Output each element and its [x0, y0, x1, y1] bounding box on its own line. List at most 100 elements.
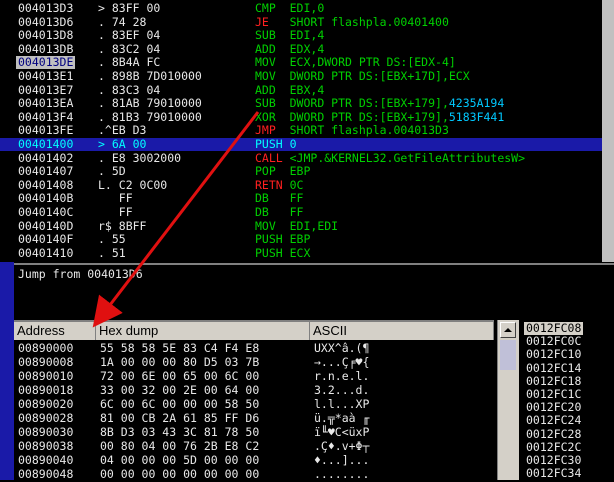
dump-address: 00890018 [18, 383, 74, 397]
stack-row[interactable]: 0012FC30 [526, 454, 581, 467]
dump-address: 00890048 [18, 467, 74, 481]
disassembly-row[interactable]: 00401402 . E8 3002000 CALL <JMP.&KERNEL32.… [0, 150, 602, 165]
stack-row[interactable]: 0012FC2C [526, 440, 581, 454]
dump-ascii: 3.2...d. [314, 383, 370, 397]
dump-hex: 8B D3 03 43 3C 81 78 50 [100, 425, 260, 439]
row-bytes: r$ 8BFF [98, 218, 147, 233]
dump-ascii: l.l...XP [314, 397, 370, 411]
row-bytes: . E8 3002000 [98, 150, 182, 165]
row-bytes: . 74 28 [98, 14, 147, 29]
row-instruction: ADD EBX,4 [255, 82, 325, 97]
dump-ascii: →...Ç╒♥{ [314, 355, 370, 369]
hex-dump-pane[interactable]: Address Hex dump ASCII 00890000 55 58 58 … [14, 320, 494, 482]
row-address: 00401400 [18, 137, 74, 151]
dump-hex: 00 80 04 00 76 2B E8 C2 [100, 439, 260, 453]
stack-row[interactable]: 0012FC1C [526, 388, 581, 401]
stack-row[interactable]: 0012FC08 [524, 322, 584, 335]
dump-address: 00890040 [18, 453, 74, 467]
stack-row[interactable]: 0012FC18 [526, 374, 581, 388]
column-header-address[interactable]: Address [14, 322, 96, 340]
dump-ascii: ♦...]... [314, 453, 370, 467]
stack-pane[interactable]: 0012FC08 0012FC0C 0012FC10 0012FC14 0012FC18… [520, 320, 614, 480]
row-address: 0040140C [18, 205, 74, 219]
row-bytes: . 83EF 04 [98, 28, 161, 43]
row-address: 00401407 [18, 164, 74, 179]
stack-row[interactable]: 0012FC10 [526, 348, 581, 361]
dump-address: 00890008 [18, 355, 74, 369]
disassembly-row[interactable]: 004013DB . 83C2 04 ADD EDX,4 [0, 41, 602, 56]
row-instruction: JMP SHORT flashpla.004013D3 [255, 123, 449, 138]
disassembly-row[interactable]: 004013D6 . 74 28 JE SHORT flashpla.0040140… [0, 14, 602, 29]
column-header-ascii[interactable]: ASCII [310, 322, 494, 340]
stack-row[interactable]: 0012FC0C [526, 335, 581, 348]
dump-hex: 6C 00 6C 00 00 00 58 50 [100, 397, 260, 411]
row-instruction: CALL <JMP.&KERNEL32.GetFileAttributesW> [255, 150, 526, 165]
hex-dump-row[interactable]: 00890010 72 00 6E 00 65 00 6C 00 r.n.e.l. [18, 370, 488, 383]
row-bytes: > 83FF 00 [98, 1, 161, 15]
row-bytes: . 83C3 04 [98, 82, 161, 97]
hex-dump-row[interactable]: 00890038 00 80 04 00 76 2B E8 C2 .Ç♦.v+Φ┬ [18, 440, 488, 453]
row-address: 0040140D [18, 218, 74, 233]
row-instruction: CMP EDI,0 [255, 1, 325, 15]
row-address: 00401402 [18, 150, 74, 165]
disassembly-row[interactable]: 00401410 . 51 PUSH ECX [0, 245, 602, 260]
disassembly-row[interactable]: 0040140C FF DB FF [0, 206, 602, 219]
hex-dump-row[interactable]: 00890040 04 00 00 00 5D 00 00 00 ♦...]... [18, 454, 488, 467]
dump-address: 00890000 [18, 341, 74, 355]
column-header-hex-dump[interactable]: Hex dump [96, 322, 310, 340]
hex-dump-row[interactable]: 00890048 00 00 00 00 00 00 00 00........ [18, 468, 488, 481]
dump-address: 00890038 [18, 439, 74, 453]
hex-dump-row[interactable]: 00890030 8B D3 03 43 3C 81 78 50 ï╙♥C<üxP [18, 426, 488, 439]
row-instruction: DB FF [255, 191, 304, 206]
disassembly-row[interactable]: 004013EA . 81AB 79010000 SUB DWORD PTR DS:… [0, 97, 602, 110]
dump-ascii: ü.╦*aà ╓ [314, 411, 370, 425]
dump-hex: 72 00 6E 00 65 00 6C 00 [100, 369, 260, 383]
disassembly-row[interactable]: 004013D3 > 83FF 00 CMP EDI,0 [0, 2, 602, 15]
row-bytes: L. C2 0C00 [98, 177, 168, 192]
scrollbar-thumb[interactable] [500, 340, 516, 370]
info-text: Jump from 004013D6 [18, 267, 143, 281]
hex-dump-row[interactable]: 00890028 81 00 CB 2A 61 85 FF D6 ü.╦*aà ╓ [18, 412, 488, 425]
disassembly-row[interactable]: 004013DE . 8B4A FC MOV ECX,DWORD PTR DS:[E… [0, 55, 602, 70]
disassembly-pane[interactable]: 004013D3 > 83FF 00 CMP EDI,0 004013D6 . 74 2… [0, 0, 602, 262]
row-address: 004013F4 [18, 109, 74, 124]
disassembly-row[interactable]: 004013E7 . 83C3 04 ADD EBX,4 [0, 82, 602, 97]
row-instruction: PUSH ECX [255, 245, 311, 260]
stack-row[interactable]: 0012FC20 [526, 401, 581, 414]
hex-dump-row[interactable]: 00890018 33 00 32 00 2E 00 64 00 3.2...d. [18, 384, 488, 397]
disassembly-scrollbar[interactable] [602, 0, 614, 262]
dump-ascii: ........ [314, 467, 370, 481]
row-address: 004013D3 [18, 1, 74, 15]
dump-address: 00890028 [18, 411, 74, 425]
dump-ascii: UXX^â.(¶ [314, 341, 370, 355]
hex-dump-row[interactable]: 00890008 1A 00 00 00 80 D5 03 7B →...Ç╒♥{ [18, 356, 488, 369]
disassembly-row[interactable]: 00401400 > 6A 00 PUSH 0 [0, 138, 602, 151]
dump-ascii: r.n.e.l. [314, 369, 370, 383]
row-instruction: PUSH EBP [255, 232, 311, 247]
stack-row[interactable]: 0012FC24 [526, 414, 581, 427]
disassembly-row[interactable]: 0040140B FF DB FF [0, 192, 602, 205]
disassembly-row[interactable]: 004013F4 . 81B3 79010000 XOR DWORD PTR DS:… [0, 109, 602, 124]
stack-row[interactable]: 0012FC14 [526, 361, 581, 375]
row-bytes: . 83C2 04 [98, 41, 161, 56]
disassembly-row[interactable]: 004013E1 . 898B 7D010000 MOV DWORD PTR DS:… [0, 70, 602, 83]
row-address: 004013E1 [18, 69, 74, 83]
row-instruction: MOV DWORD PTR DS:[EBX+17D],ECX [255, 69, 470, 83]
row-bytes: . 51 [98, 245, 126, 260]
stack-row[interactable]: 0012FC34 [526, 467, 581, 480]
disassembly-row[interactable]: 00401408 L. C2 0C00 RETN 0C [0, 177, 602, 192]
row-address: 004013DE [16, 55, 76, 70]
hex-dump-row[interactable]: 00890020 6C 00 6C 00 00 00 58 50 l.l...XP [18, 398, 488, 411]
disassembly-row[interactable]: 004013D8 . 83EF 04 SUB EDI,4 [0, 29, 602, 42]
hex-dump-row[interactable]: 00890000 55 58 58 5E 83 C4 F4 E8 UXX^â.(¶ [18, 342, 488, 355]
row-instruction: DB FF [255, 205, 304, 219]
disassembly-row[interactable]: 004013FE .^EB D3 JMP SHORT flashpla.004013… [0, 124, 602, 137]
disassembly-row[interactable]: 0040140F . 55 PUSH EBP [0, 233, 602, 246]
disassembly-row[interactable]: 0040140D r$ 8BFF MOV EDI,EDI [0, 218, 602, 233]
row-instruction: MOV EDI,EDI [255, 218, 339, 233]
scroll-up-arrow-icon[interactable] [500, 322, 516, 338]
stack-row[interactable]: 0012FC28 [526, 427, 581, 441]
dump-address: 00890010 [18, 369, 74, 383]
hex-dump-scrollbar[interactable] [497, 320, 519, 480]
disassembly-row[interactable]: 00401407 . 5D POP EBP [0, 165, 602, 178]
